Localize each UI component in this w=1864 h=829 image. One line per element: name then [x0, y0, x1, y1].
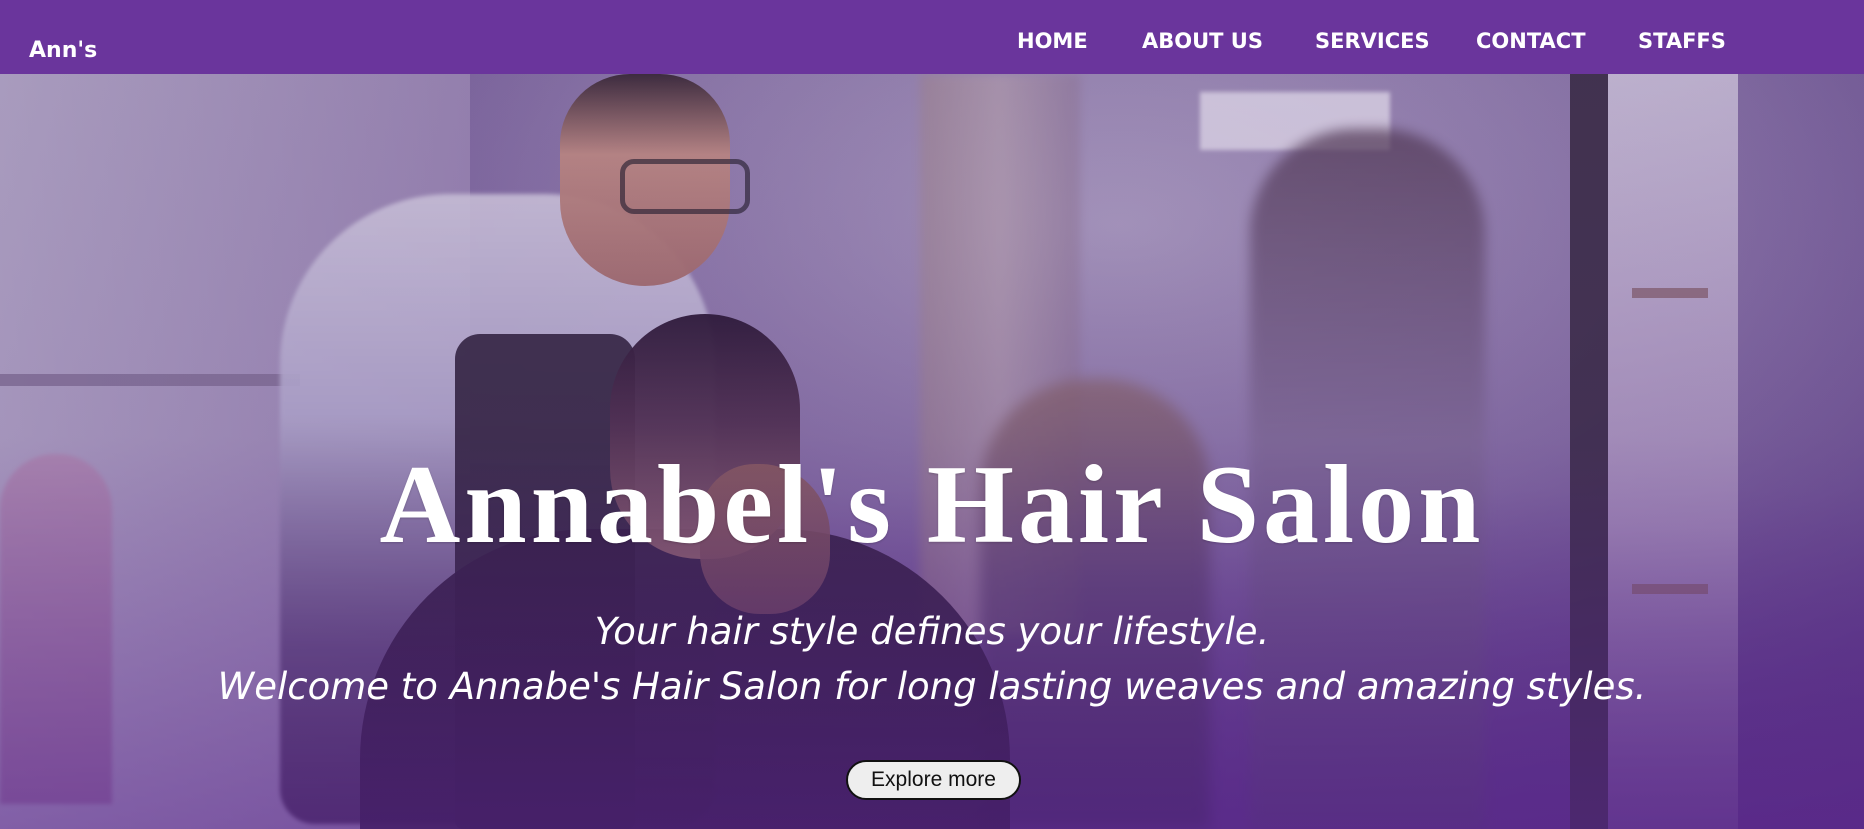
explore-more-button[interactable]: Explore more — [846, 760, 1021, 800]
hero-tagline-first-line: Your hair style defines your lifestyle. — [594, 610, 1270, 653]
main-navigation: HOME ABOUT US SERVICES CONTACT STAFFS — [0, 27, 1864, 57]
hero-tagline-second-line: Welcome to Annabe's Hair Salon for long … — [217, 665, 1647, 708]
hero-title: Annabel's Hair Salon — [379, 443, 1485, 568]
shelf-board — [1632, 288, 1708, 298]
top-navigation-bar: Ann's HOME ABOUT US SERVICES CONTACT STA… — [0, 0, 1864, 74]
nav-home-link[interactable]: HOME — [1017, 27, 1088, 55]
clothing-rail — [0, 374, 300, 386]
stylist-apron — [455, 334, 635, 829]
stylist-head — [560, 74, 730, 286]
nav-contact-link[interactable]: CONTACT — [1476, 27, 1586, 55]
shelf-board — [1632, 584, 1708, 594]
stylist-glasses — [620, 159, 750, 214]
nav-about-us-link[interactable]: ABOUT US — [1142, 27, 1263, 55]
nav-staffs-link[interactable]: STAFFS — [1638, 27, 1726, 55]
ceiling-light — [1200, 92, 1390, 150]
nav-services-link[interactable]: SERVICES — [1315, 27, 1430, 55]
